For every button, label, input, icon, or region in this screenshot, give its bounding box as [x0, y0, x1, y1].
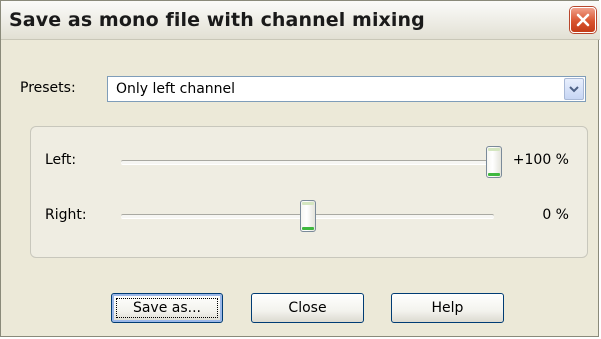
right-channel-slider-thumb[interactable] [299, 200, 316, 232]
help-button[interactable]: Help [391, 293, 504, 323]
window-title: Save as mono file with channel mixing [9, 9, 425, 31]
presets-selected-value: Only left channel [116, 81, 236, 97]
chevron-down-icon [569, 86, 579, 93]
presets-dropdown[interactable]: Only left channel [107, 76, 586, 102]
left-channel-slider-thumb[interactable] [486, 146, 502, 178]
close-button-label: Close [288, 300, 327, 316]
left-channel-value: +100 % [512, 152, 569, 168]
help-button-label: Help [431, 300, 464, 316]
close-button[interactable]: Close [251, 293, 364, 323]
left-channel-slider-track[interactable] [121, 160, 494, 165]
title-bar[interactable]: Save as mono file with channel mixing [1, 1, 600, 40]
save-as-button[interactable]: Save as... [111, 293, 223, 323]
right-channel-label: Right: [45, 207, 87, 223]
presets-label: Presets: [20, 80, 76, 96]
dialog-window: Save as mono file with channel mixing Pr… [0, 0, 600, 337]
focus-rectangle [116, 298, 218, 318]
window-close-button[interactable] [570, 7, 596, 33]
left-channel-label: Left: [45, 152, 77, 168]
presets-dropdown-button[interactable] [564, 78, 584, 100]
channel-mix-group: Left: +100 % Right: 0 % [30, 126, 588, 258]
close-icon [576, 13, 590, 27]
right-channel-value: 0 % [542, 207, 569, 223]
